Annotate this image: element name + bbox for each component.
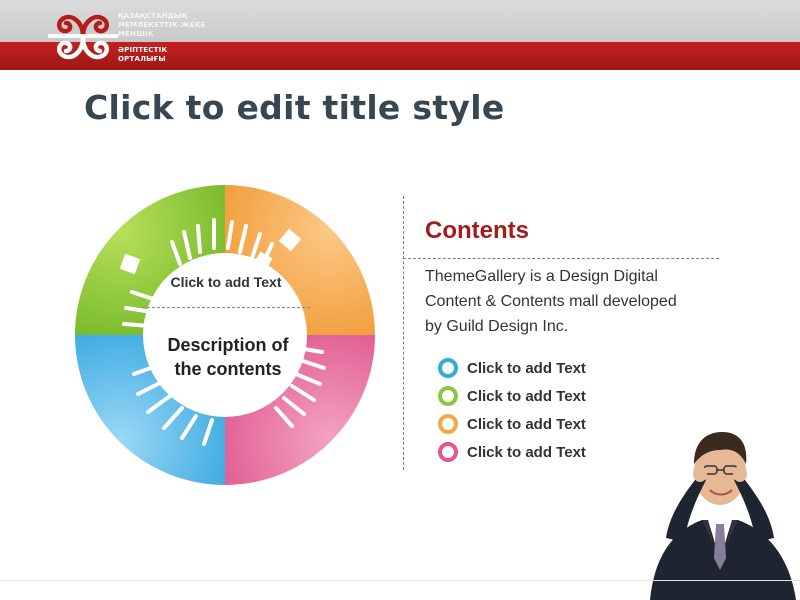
header-band: ҚАЗАҚСТАНДЫҚ МЕМЛЕКЕТТІК-ЖЕКЕ МЕНШІК ӘРІ…	[0, 0, 800, 72]
bullet-circle-icon	[438, 414, 458, 434]
list-item-label: Click to add Text	[467, 359, 586, 377]
bullet-circle-icon	[438, 386, 458, 406]
organization-logo	[48, 14, 118, 60]
contents-body-text[interactable]: ThemeGallery is a Design Digital Content…	[425, 264, 725, 339]
slide-title[interactable]: Click to edit title style	[84, 88, 505, 127]
logo-text-bottom: ӘРІПТЕСТІК ОРТАЛЫҒЫ	[118, 46, 168, 63]
footer-rule	[0, 580, 800, 581]
list-item[interactable]: Click to add Text	[438, 354, 586, 382]
logo-text-top: ҚАЗАҚСТАНДЫҚ МЕМЛЕКЕТТІК-ЖЕКЕ МЕНШІК	[118, 12, 206, 38]
list-item-label: Click to add Text	[467, 443, 586, 461]
ring-center-divider	[142, 307, 310, 308]
bullet-circle-icon	[438, 358, 458, 378]
list-item[interactable]: Click to add Text	[438, 382, 586, 410]
contents-heading[interactable]: Contents	[425, 217, 529, 245]
vertical-dashed-divider	[403, 196, 404, 470]
bullet-circle-icon	[438, 442, 458, 462]
businessman-photo	[650, 432, 796, 600]
list-item-label: Click to add Text	[467, 387, 586, 405]
ring-center-description[interactable]: Description of the contents	[148, 333, 308, 381]
list-item[interactable]: Click to add Text	[438, 410, 586, 438]
ring-center-label[interactable]: Click to add Text	[150, 274, 302, 290]
list-item[interactable]: Click to add Text	[438, 438, 586, 466]
bullet-list: Click to add Text Click to add Text Clic…	[438, 354, 586, 466]
list-item-label: Click to add Text	[467, 415, 586, 433]
contents-heading-rule	[403, 258, 719, 259]
